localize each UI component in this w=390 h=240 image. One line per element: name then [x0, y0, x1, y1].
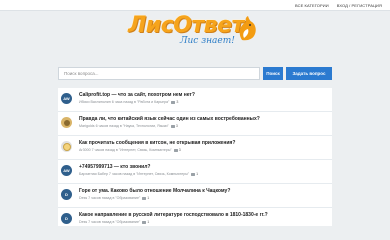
question-meta: Ибиси Вахлиполин 6 часа назад в "Работа …: [79, 100, 178, 104]
question-meta-text: Marigolds 6 часов назад в "Наука, Технол…: [79, 124, 169, 128]
question-item[interactable]: Как прочитать сообщения в китсон, не отк…: [58, 136, 332, 160]
comment-count: 3: [173, 148, 181, 152]
fox-icon: [239, 16, 256, 41]
comment-icon: [191, 172, 196, 176]
question-meta: Ar3000 7 часов назад в "Интернет, Связь,…: [79, 148, 181, 152]
comment-count-value: 3: [176, 100, 179, 104]
top-navigation: ВСЕ КАТЕГОРИИ ВХОД / РЕГИСТРАЦИЯ: [0, 0, 390, 11]
question-meta: Dess 7 часов назад в "Образование" 1: [79, 220, 149, 224]
question-meta: Marigolds 6 часов назад в "Наука, Технол…: [79, 124, 178, 128]
question-meta-text: Ar3000 7 часов назад в "Интернет, Связь,…: [79, 148, 172, 152]
comment-count-value: 1: [147, 196, 150, 200]
question-item[interactable]: AW +74957999713 — кто звонил? Бархатная …: [58, 160, 332, 184]
user-avatar[interactable]: AW: [61, 93, 72, 104]
search-button[interactable]: Поиск: [263, 67, 283, 80]
question-item[interactable]: D Горе от ума. Каково было отношение Мол…: [58, 184, 332, 208]
question-meta-text: Бархатная Бабер 7 часов назад в "Интерне…: [79, 172, 190, 176]
question-meta-text: Dess 7 часов назад в "Образование": [79, 196, 141, 200]
user-avatar[interactable]: AW: [61, 165, 72, 176]
logo-slogan: Лис знает!: [180, 36, 235, 46]
comment-count-value: 1: [147, 220, 150, 224]
all-categories-link[interactable]: ВСЕ КАТЕГОРИИ: [295, 3, 329, 8]
comment-count: 3: [170, 124, 178, 128]
site-logo[interactable]: ЛисОтвет Лис знает!: [128, 14, 260, 48]
comment-count-value: 3: [178, 148, 181, 152]
question-meta: Dess 7 часов назад в "Образование" 1: [79, 196, 149, 200]
search-bar: Поиск вопроса... Поиск Задать вопрос: [58, 67, 332, 80]
ask-question-button[interactable]: Задать вопрос: [286, 67, 332, 80]
comment-count: 1: [142, 220, 149, 224]
search-input[interactable]: Поиск вопроса...: [58, 67, 260, 80]
user-avatar[interactable]: [61, 117, 72, 128]
user-avatar[interactable]: [61, 141, 72, 152]
comment-count: 3: [171, 100, 178, 104]
comment-count-value: 3: [175, 124, 178, 128]
comment-count: 1: [142, 196, 149, 200]
comment-icon: [142, 196, 147, 200]
question-item[interactable]: Правда ли, что китайский язык сейчас оди…: [58, 112, 332, 136]
comment-count-value: 1: [196, 172, 199, 176]
comment-count: 1: [191, 172, 198, 176]
comment-icon: [170, 124, 175, 128]
question-item[interactable]: AW Caliprofit.top — что за сайт, похотро…: [58, 88, 332, 112]
question-meta-text: Ибиси Вахлиполин 6 часа назад в "Работа …: [79, 100, 170, 104]
user-avatar[interactable]: D: [61, 213, 72, 224]
question-title[interactable]: Горе от ума. Каково было отношение Молча…: [79, 188, 230, 194]
question-meta-text: Dess 7 часов назад в "Образование": [79, 220, 141, 224]
question-title[interactable]: Правда ли, что китайский язык сейчас оди…: [79, 116, 260, 122]
question-item[interactable]: D Какое направление в русской литературе…: [58, 208, 332, 226]
question-title[interactable]: +74957999713 — кто звонил?: [79, 164, 151, 170]
question-meta: Бархатная Бабер 7 часов назад в "Интерне…: [79, 172, 198, 176]
question-title[interactable]: Какое направление в русской литературе г…: [79, 212, 268, 218]
comment-icon: [171, 100, 176, 104]
comment-icon: [173, 148, 178, 152]
login-register-link[interactable]: ВХОД / РЕГИСТРАЦИЯ: [337, 3, 382, 8]
question-title[interactable]: Caliprofit.top — что за сайт, похотром н…: [79, 92, 195, 98]
comment-icon: [142, 220, 147, 224]
logo-title: ЛисОтвет: [128, 13, 244, 38]
user-avatar[interactable]: D: [61, 189, 72, 200]
question-title[interactable]: Как прочитать сообщения в китсон, не отк…: [79, 140, 235, 146]
question-list: AW Caliprofit.top — что за сайт, похотро…: [58, 88, 332, 226]
